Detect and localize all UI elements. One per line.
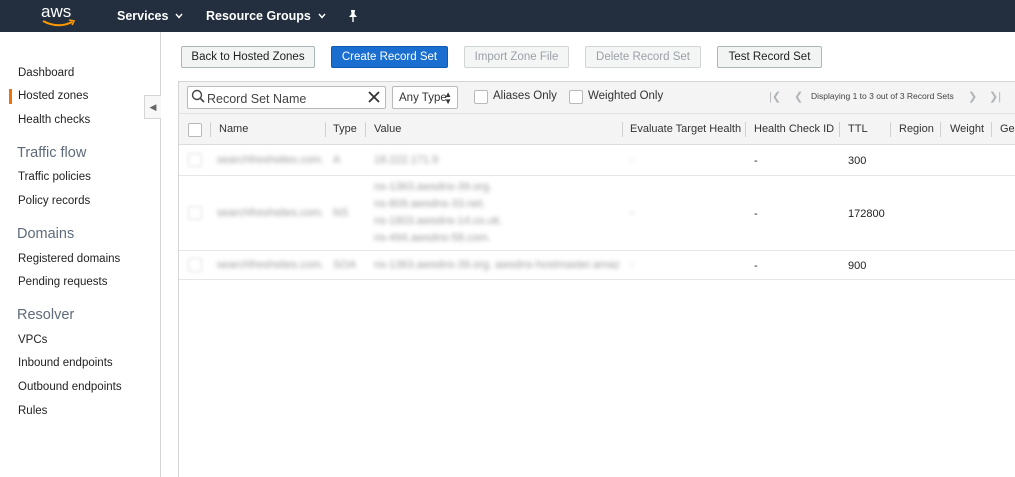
chevron-left-icon: ◀ bbox=[149, 101, 157, 112]
sidebar-heading-domains: Domains bbox=[17, 226, 75, 242]
column-header-evaluate-target-health[interactable]: Evaluate Target Health bbox=[630, 114, 741, 145]
record-type: NS bbox=[333, 207, 349, 219]
chevron-down-icon bbox=[318, 11, 326, 21]
aws-smile-icon bbox=[42, 19, 76, 27]
close-icon[interactable] bbox=[366, 89, 382, 105]
row-checkbox[interactable] bbox=[188, 258, 202, 272]
table-row[interactable]: searchfreshsites.com. SOA ns-1363.awsdns… bbox=[179, 251, 1015, 280]
row-checkbox[interactable] bbox=[188, 153, 202, 167]
record-health-check-id: - bbox=[754, 208, 758, 220]
updown-arrow-icon: ▲ ▼ bbox=[444, 90, 452, 106]
table-row[interactable]: searchfreshsites.com. A 18.222.171.9 - -… bbox=[179, 145, 1015, 176]
services-label: Services bbox=[117, 9, 169, 23]
weighted-only-label: Weighted Only bbox=[588, 90, 664, 102]
column-header-geo[interactable]: Geo bbox=[1000, 114, 1015, 145]
pagination-text: Displaying 1 to 3 out of 3 Record Sets bbox=[811, 91, 954, 101]
sidebar-collapse-button[interactable]: ◀ bbox=[144, 95, 161, 119]
sidebar: Dashboard Hosted zones Health checks Tra… bbox=[0, 32, 161, 477]
import-zone-file-button[interactable]: Import Zone File bbox=[464, 46, 569, 68]
record-value-line: ns-494.awsdns-58.com. bbox=[374, 232, 491, 244]
column-header-region[interactable]: Region bbox=[899, 114, 934, 145]
services-menu[interactable]: Services bbox=[117, 0, 183, 32]
search-icon bbox=[191, 89, 205, 103]
delete-record-set-button[interactable]: Delete Record Set bbox=[585, 46, 701, 68]
pin-icon[interactable] bbox=[346, 9, 360, 23]
sidebar-heading-resolver: Resolver bbox=[17, 307, 75, 323]
column-separator bbox=[839, 122, 840, 137]
column-header-ttl[interactable]: TTL bbox=[848, 114, 868, 145]
top-nav-bar: aws Services Resource Groups bbox=[0, 0, 1015, 32]
table-row[interactable]: searchfreshsites.com. NS ns-1363.awsdns-… bbox=[179, 176, 1015, 251]
record-type-select[interactable]: Any Type ▲ ▼ bbox=[392, 86, 458, 109]
sidebar-item-hosted-zones[interactable]: Hosted zones bbox=[9, 89, 88, 104]
aws-logo-text: aws bbox=[41, 2, 72, 21]
sidebar-item-health-checks[interactable]: Health checks bbox=[18, 114, 90, 126]
create-record-set-button[interactable]: Create Record Set bbox=[331, 46, 448, 68]
sidebar-item-vpcs[interactable]: VPCs bbox=[18, 334, 47, 346]
record-sets-panel: Any Type ▲▼ Aliases Only Weighted Only |… bbox=[178, 81, 1015, 477]
column-separator bbox=[210, 122, 211, 137]
record-ttl: 300 bbox=[848, 155, 867, 167]
aliases-only-label: Aliases Only bbox=[493, 90, 557, 102]
record-name: searchfreshsites.com. bbox=[217, 259, 324, 271]
record-evaluate-target-health: - bbox=[630, 154, 634, 166]
column-separator bbox=[940, 122, 941, 137]
column-separator bbox=[745, 122, 746, 137]
row-checkbox[interactable] bbox=[188, 206, 202, 220]
record-health-check-id: - bbox=[754, 155, 758, 167]
record-evaluate-target-health: - bbox=[630, 259, 634, 271]
record-evaluate-target-health: - bbox=[630, 207, 634, 219]
record-value-line: ns-1363.awsdns-39.org. bbox=[374, 181, 493, 193]
record-name: searchfreshsites.com. bbox=[217, 207, 324, 219]
back-to-hosted-zones-button[interactable]: Back to Hosted Zones bbox=[181, 46, 315, 68]
resource-groups-menu[interactable]: Resource Groups bbox=[206, 0, 326, 32]
filter-bar: Any Type ▲▼ Aliases Only Weighted Only |… bbox=[179, 82, 1015, 114]
sidebar-item-rules[interactable]: Rules bbox=[18, 405, 47, 417]
search-box bbox=[187, 86, 386, 109]
column-header-value[interactable]: Value bbox=[374, 114, 401, 145]
select-all-checkbox[interactable] bbox=[188, 123, 202, 137]
previous-page-icon[interactable]: ❮ bbox=[794, 90, 803, 103]
column-header-name[interactable]: Name bbox=[219, 114, 248, 145]
sidebar-item-outbound-endpoints[interactable]: Outbound endpoints bbox=[18, 381, 122, 393]
sidebar-item-dashboard[interactable]: Dashboard bbox=[18, 67, 74, 79]
column-separator bbox=[890, 122, 891, 137]
next-page-icon[interactable]: ❯ bbox=[968, 90, 977, 103]
record-health-check-id: - bbox=[754, 260, 758, 272]
sidebar-item-pending-requests[interactable]: Pending requests bbox=[18, 276, 108, 288]
column-header-type[interactable]: Type bbox=[333, 114, 357, 145]
column-separator bbox=[325, 122, 326, 137]
sidebar-heading-traffic-flow: Traffic flow bbox=[17, 145, 87, 161]
aliases-only-checkbox[interactable] bbox=[474, 90, 488, 104]
record-value-line: ns-809.awsdns-33.net. bbox=[374, 198, 486, 210]
sidebar-item-registered-domains[interactable]: Registered domains bbox=[18, 253, 120, 265]
record-type: SOA bbox=[333, 259, 357, 271]
sidebar-item-policy-records[interactable]: Policy records bbox=[18, 195, 90, 207]
last-page-icon[interactable]: ❯| bbox=[989, 90, 1001, 103]
weighted-only-checkbox[interactable] bbox=[569, 90, 583, 104]
sidebar-item-inbound-endpoints[interactable]: Inbound endpoints bbox=[18, 357, 113, 369]
record-value-line: ns-1803.awsdns-14.co.uk. bbox=[374, 215, 503, 227]
record-type-value: Any Type bbox=[399, 91, 447, 104]
column-separator bbox=[622, 122, 623, 137]
column-header-weight[interactable]: Weight bbox=[950, 114, 984, 145]
column-header-health-check-id[interactable]: Health Check ID bbox=[754, 114, 834, 145]
table-header: Name Type Value Evaluate Target Health H… bbox=[179, 114, 1015, 145]
column-separator bbox=[365, 122, 366, 137]
aws-logo[interactable]: aws bbox=[41, 3, 77, 29]
record-type: A bbox=[333, 154, 341, 166]
sidebar-item-traffic-policies[interactable]: Traffic policies bbox=[18, 171, 91, 183]
record-ttl: 900 bbox=[848, 260, 867, 272]
record-set-name-input[interactable] bbox=[207, 90, 362, 107]
record-value: 18.222.171.9 bbox=[374, 154, 439, 166]
resource-groups-label: Resource Groups bbox=[206, 9, 311, 23]
chevron-down-icon bbox=[175, 11, 183, 21]
column-separator bbox=[991, 122, 992, 137]
record-value: ns-1363.awsdns-39.org. awsdns-hostmaster… bbox=[374, 259, 619, 271]
test-record-set-button[interactable]: Test Record Set bbox=[717, 46, 822, 68]
record-ttl: 172800 bbox=[848, 208, 885, 220]
first-page-icon[interactable]: |❮ bbox=[769, 90, 781, 103]
record-name: searchfreshsites.com. bbox=[217, 154, 324, 166]
